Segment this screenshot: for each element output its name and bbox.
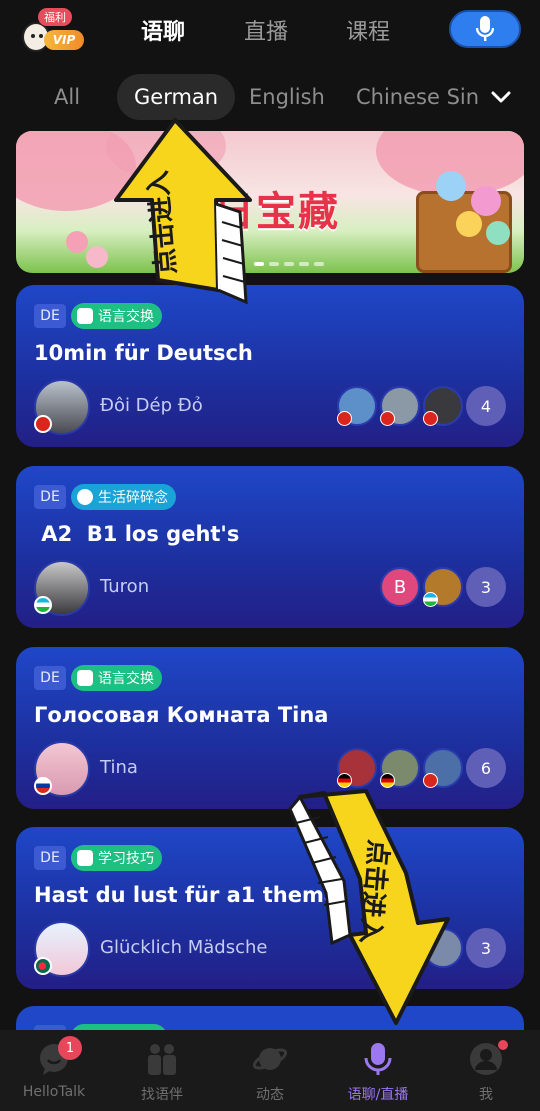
room-title: Голосовая Комната Tina (34, 703, 329, 727)
member-avatar (423, 567, 463, 607)
member-list[interactable]: B 3 (377, 567, 506, 607)
language-code: DE (34, 666, 66, 690)
host-name: Turon (100, 576, 150, 597)
language-code: DE (34, 485, 66, 509)
vietnam-flag-icon (380, 411, 395, 426)
chevron-down-icon[interactable] (490, 86, 512, 108)
tag-icon (77, 308, 93, 324)
room-card[interactable]: DE 语言交换 10min für Deutsch Đôi Dép Đỏ 4 (16, 285, 524, 447)
chat-tag-icon (77, 489, 93, 505)
vietnam-flag-icon (34, 415, 52, 433)
tag-label: 生活碎碎念 (98, 490, 168, 506)
notification-dot (498, 1040, 508, 1050)
room-tag: 语言交换 (71, 665, 162, 691)
people-icon (148, 1044, 176, 1075)
member-count: 3 (466, 928, 506, 968)
room-title: A2 B1 los geht's (34, 522, 240, 546)
vip-label: VIP (44, 30, 84, 50)
member-list[interactable]: 6 (334, 748, 506, 788)
room-tag: 生活碎碎念 (71, 484, 176, 510)
host-name: Glücklich Mädsche (100, 937, 268, 958)
member-avatar (337, 386, 377, 426)
member-count: 6 (466, 748, 506, 788)
member-count: 3 (466, 567, 506, 607)
vietnam-flag-icon (337, 411, 352, 426)
nav-me[interactable]: 我 (432, 1030, 540, 1111)
create-room-button[interactable] (449, 10, 521, 48)
nav-label: 语聊/直播 (347, 1087, 409, 1103)
tag-icon (77, 850, 93, 866)
tag-label: 语言交换 (98, 671, 154, 687)
page-dot (269, 262, 279, 266)
uzbekistan-flag-icon (34, 596, 52, 614)
tap-arrow-up-icon: 点击进入 (114, 118, 252, 305)
member-list[interactable]: 4 (334, 386, 506, 426)
planet-icon (253, 1048, 287, 1070)
member-avatar (337, 748, 377, 788)
language-filter: All German English Chinese Sin (0, 74, 540, 120)
top-header: VIP 福利 语聊 直播 课程 (0, 0, 540, 60)
lang-all[interactable]: All (54, 74, 80, 120)
nav-find-partners[interactable]: 找语伴 (108, 1030, 216, 1111)
tap-arrow-down-icon: 点击进入 (288, 789, 450, 1025)
room-title: 10min für Deutsch (34, 341, 253, 365)
member-avatar (380, 748, 420, 788)
vietnam-flag-icon (423, 411, 438, 426)
member-avatar (423, 386, 463, 426)
language-code: DE (34, 846, 66, 870)
member-avatar (380, 386, 420, 426)
tab-courses[interactable]: 课程 (346, 14, 390, 46)
room-card[interactable]: DE 生活碎碎念 A2 B1 los geht's Turon B 3 (16, 466, 524, 628)
russia-flag-icon (34, 777, 52, 795)
bottom-navigation: 1 HelloTalk 找语伴 动态 语聊/直播 我 (0, 1030, 540, 1111)
unread-badge: 1 (58, 1036, 82, 1060)
tag-label: 学习技巧 (98, 851, 154, 867)
nav-moments[interactable]: 动态 (216, 1030, 324, 1111)
tab-live[interactable]: 直播 (244, 14, 288, 46)
nav-label: 我 (479, 1087, 493, 1103)
vip-bubble: 福利 (38, 8, 72, 26)
mic-icon (364, 1043, 392, 1075)
promo-banner[interactable]: 日宝藏 (16, 131, 524, 273)
member-count: 4 (466, 386, 506, 426)
bangladesh-flag-icon (34, 957, 52, 975)
room-tag: 学习技巧 (71, 845, 162, 871)
page-dot (299, 262, 309, 266)
tab-voice-chat[interactable]: 语聊 (141, 14, 185, 46)
host-name: Tina (100, 757, 138, 778)
page-dot (284, 262, 294, 266)
member-avatar (423, 748, 463, 788)
lang-chinese[interactable]: Chinese Sin (356, 74, 479, 120)
page-dot (314, 262, 324, 266)
tag-icon (77, 670, 93, 686)
nav-label: 找语伴 (141, 1087, 183, 1103)
mic-icon (476, 16, 494, 41)
nav-voice-live[interactable]: 语聊/直播 (324, 1030, 432, 1111)
host-name: Đôi Dép Đỏ (100, 395, 203, 416)
nav-label: HelloTalk (22, 1084, 86, 1100)
member-avatar: B (380, 567, 420, 607)
uzbekistan-flag-icon (423, 592, 438, 607)
nav-hellotalk[interactable]: 1 HelloTalk (0, 1030, 108, 1111)
language-code: DE (34, 304, 66, 328)
nav-label: 动态 (256, 1087, 284, 1103)
vip-badge[interactable]: VIP 福利 (22, 8, 86, 54)
